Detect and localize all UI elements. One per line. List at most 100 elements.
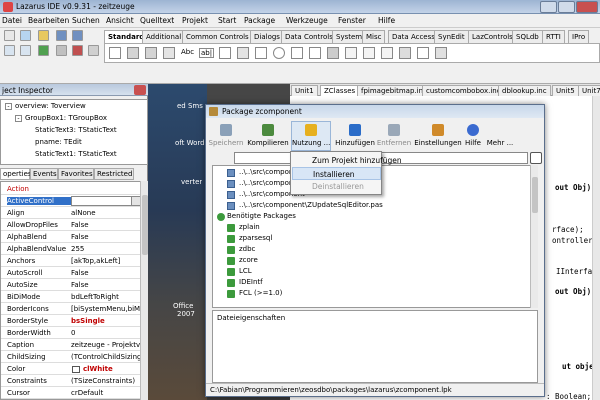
listbox-icon[interactable] bbox=[291, 47, 303, 59]
property-row[interactable]: AllowDropFiles False bbox=[1, 220, 141, 232]
combobox-icon[interactable] bbox=[309, 47, 321, 59]
mainmenu-icon[interactable] bbox=[127, 47, 139, 59]
package-dependency-item[interactable]: LCL bbox=[239, 267, 252, 277]
checkbox-icon[interactable] bbox=[255, 47, 267, 59]
tab-properties[interactable]: operties bbox=[0, 168, 32, 180]
menu-ansicht[interactable]: Ansicht bbox=[106, 16, 134, 25]
property-row[interactable]: Anchors [akTop,akLeft] bbox=[1, 256, 141, 268]
radiobutton-icon[interactable] bbox=[273, 47, 285, 59]
desktop-item-sms[interactable]: ed Sms bbox=[177, 102, 203, 110]
menu-projekt[interactable]: Projekt bbox=[182, 16, 208, 25]
menu-start[interactable]: Start bbox=[218, 16, 236, 25]
close-icon[interactable] bbox=[576, 1, 598, 13]
scrollbar-icon[interactable] bbox=[327, 47, 339, 59]
use-button[interactable]: Nutzung ... bbox=[291, 121, 331, 151]
property-row[interactable]: AlphaBlend False bbox=[1, 232, 141, 244]
menu-item-uninstall[interactable]: Deinstallieren bbox=[292, 180, 381, 193]
property-row[interactable]: Caption zeitzeuge - Projektverwa bbox=[1, 340, 141, 352]
desktop-item-word[interactable]: oft Word bbox=[175, 139, 205, 147]
button-icon[interactable] bbox=[163, 47, 175, 59]
tab-restricted[interactable]: Restricted bbox=[94, 168, 134, 180]
property-row[interactable]: AutoSize False bbox=[1, 280, 141, 292]
scrollbar-thumb[interactable] bbox=[142, 195, 148, 255]
tab-lazcontrols[interactable]: LazControls bbox=[468, 30, 517, 43]
tab-data-access[interactable]: Data Access bbox=[388, 30, 439, 43]
editor-scrollbar[interactable] bbox=[592, 96, 600, 400]
compile-button[interactable]: Kompilieren bbox=[246, 122, 290, 150]
menu-item-add-to-project[interactable]: Zum Projekt hinzufügen bbox=[292, 154, 402, 167]
property-row[interactable]: BorderIcons [biSystemMenu,biMinir bbox=[1, 304, 141, 316]
property-grid-scrollbar[interactable] bbox=[140, 181, 148, 400]
pause-icon[interactable] bbox=[56, 45, 67, 56]
tab-rtti[interactable]: RTTI bbox=[542, 30, 565, 43]
property-row[interactable]: Cursor crDefault bbox=[1, 388, 141, 400]
editor-tab-fpimagebitmap[interactable]: fpimagebitmap.inc bbox=[357, 85, 431, 96]
menu-suchen[interactable]: Suchen bbox=[72, 16, 100, 25]
menu-bearbeiten[interactable]: Bearbeiten bbox=[28, 16, 69, 25]
property-row[interactable]: ActiveControl bbox=[1, 196, 141, 208]
settings-button[interactable]: Einstellungen bbox=[414, 122, 462, 150]
property-row[interactable]: Align alNone bbox=[1, 208, 141, 220]
close-icon[interactable] bbox=[134, 85, 146, 95]
property-row[interactable]: Constraints (TSizeConstraints) bbox=[1, 376, 141, 388]
property-row[interactable]: Color clWhite bbox=[1, 364, 141, 376]
property-row[interactable]: ChildSizing (TControlChildSizing) bbox=[1, 352, 141, 364]
tab-events[interactable]: Events bbox=[30, 168, 58, 180]
remove-button[interactable]: Entfernen bbox=[376, 122, 412, 150]
menu-werkzeuge[interactable]: Werkzeuge bbox=[286, 16, 328, 25]
panel-icon[interactable] bbox=[399, 47, 411, 59]
editor-tab-dblookup[interactable]: dblookup.inc bbox=[498, 85, 551, 96]
memo-icon[interactable] bbox=[219, 47, 231, 59]
editor-tab-unit5[interactable]: Unit5 bbox=[552, 85, 579, 96]
stop-icon[interactable] bbox=[72, 45, 83, 56]
tab-ipro[interactable]: IPro bbox=[568, 30, 590, 43]
property-row[interactable]: AlphaBlendValue 255 bbox=[1, 244, 141, 256]
editor-tab-unit1[interactable]: Unit1 bbox=[291, 85, 318, 96]
step-icon[interactable] bbox=[88, 45, 99, 56]
tab-favorites[interactable]: Favorites bbox=[58, 168, 94, 180]
menu-datei[interactable]: Datei bbox=[2, 16, 22, 25]
save-all-icon[interactable] bbox=[72, 30, 83, 41]
more-button[interactable]: Mehr ... bbox=[486, 122, 514, 150]
scrollbar-thumb[interactable] bbox=[532, 177, 538, 213]
package-dependency-item[interactable]: zdbc bbox=[239, 245, 255, 255]
tree-expander-icon[interactable]: - bbox=[15, 115, 22, 122]
desktop-item-verter[interactable]: verter bbox=[181, 178, 202, 186]
tree-row[interactable]: pname: TEdit bbox=[35, 138, 82, 149]
package-file-item[interactable]: ..\..\src\component\ZUpdateSqlEditor.pas bbox=[239, 201, 383, 211]
desktop-item-2007[interactable]: 2007 bbox=[177, 310, 195, 318]
tree-expander-icon[interactable]: - bbox=[5, 103, 12, 110]
package-dependency-item[interactable]: zplain bbox=[239, 223, 260, 233]
tab-dialogs[interactable]: Dialogs bbox=[250, 30, 284, 43]
package-dependency-item[interactable]: zparsesql bbox=[239, 234, 272, 244]
desktop-item-office[interactable]: Office bbox=[173, 302, 193, 310]
editor-tab-zclasses[interactable]: ZClasses bbox=[320, 85, 360, 96]
tab-data-controls[interactable]: Data Controls bbox=[281, 30, 337, 43]
menu-hilfe[interactable]: Hilfe bbox=[378, 16, 395, 25]
tab-synedit[interactable]: SynEdit bbox=[434, 30, 469, 43]
label-icon[interactable]: Abc bbox=[181, 48, 194, 56]
view-forms-icon[interactable] bbox=[20, 45, 31, 56]
new-form-icon[interactable] bbox=[20, 30, 31, 41]
tab-system[interactable]: System bbox=[332, 30, 367, 43]
package-dependency-item[interactable]: FCL (>=1.0) bbox=[239, 289, 282, 299]
pointer-icon[interactable] bbox=[109, 47, 121, 59]
clear-filter-icon[interactable] bbox=[530, 152, 542, 164]
package-dependency-item[interactable]: zcore bbox=[239, 256, 258, 266]
menu-package[interactable]: Package bbox=[244, 16, 275, 25]
property-row[interactable]: BorderStyle bsSingle bbox=[1, 316, 141, 328]
minimize-icon[interactable] bbox=[540, 1, 557, 13]
property-row[interactable]: AutoScroll False bbox=[1, 268, 141, 280]
popupmenu-icon[interactable] bbox=[145, 47, 157, 59]
open-icon[interactable] bbox=[38, 30, 49, 41]
maximize-icon[interactable] bbox=[558, 1, 575, 13]
save-button[interactable]: Speichern bbox=[208, 122, 244, 150]
tab-misc[interactable]: Misc bbox=[362, 30, 386, 43]
tree-row[interactable]: overview: Toverview bbox=[15, 102, 86, 113]
add-button[interactable]: Hinzufügen bbox=[334, 122, 376, 150]
tab-additional[interactable]: Additional bbox=[142, 30, 186, 43]
togglebox-icon[interactable] bbox=[237, 47, 249, 59]
actionlist-icon[interactable] bbox=[435, 47, 447, 59]
tree-row[interactable]: GroupBox1: TGroupBox bbox=[25, 114, 107, 125]
help-button[interactable]: Hilfe bbox=[462, 122, 484, 150]
